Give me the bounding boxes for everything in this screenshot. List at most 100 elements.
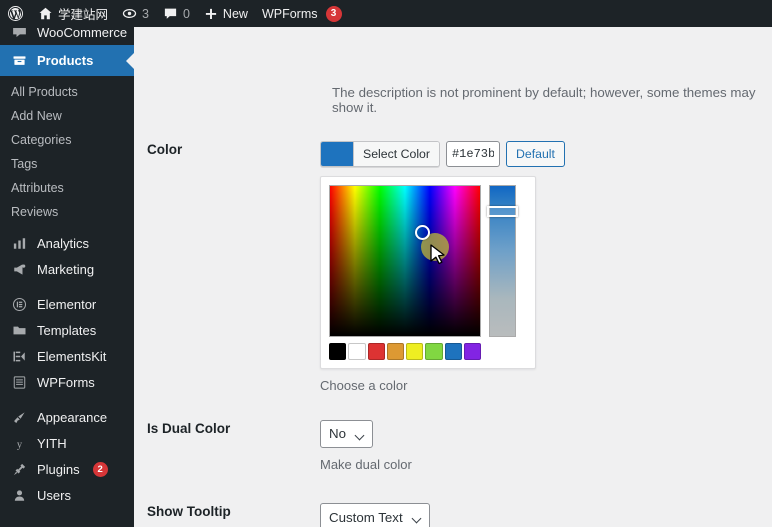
home-icon: [38, 6, 53, 21]
sidebar-item-templates[interactable]: Templates: [0, 317, 134, 343]
main-content: The description is not prominent by defa…: [134, 27, 772, 527]
elementskit-icon: [9, 349, 29, 364]
sidebar-item-label: Users: [37, 488, 71, 503]
form-row-is-dual-color: Is Dual Color No Make dual color: [134, 420, 772, 475]
sidebar-item-plugins[interactable]: Plugins 2: [0, 456, 134, 482]
sidebar-item-label: WPForms: [37, 375, 95, 390]
sidebar-subitem-categories[interactable]: Categories: [0, 128, 134, 152]
updates-icon: [122, 6, 137, 21]
new-label: New: [223, 7, 248, 21]
svg-text:y: y: [16, 439, 22, 450]
palette-swatch-yellow[interactable]: [406, 343, 423, 360]
iris-color-picker-panel: [320, 176, 536, 369]
show-tooltip-select[interactable]: Custom Text: [320, 503, 430, 527]
sidebar-item-wpforms[interactable]: WPForms: [0, 369, 134, 395]
new-content-menu[interactable]: New: [197, 0, 255, 27]
choose-a-color-hint: Choose a color: [320, 376, 772, 396]
default-color-button[interactable]: Default: [506, 141, 565, 167]
plugins-update-badge: 2: [93, 462, 108, 477]
sidebar-item-label: Appearance: [37, 410, 107, 425]
dual-color-selected-value: No: [329, 426, 346, 441]
admin-bar: 学建站网 3 0 New: [0, 0, 772, 27]
sidebar-item-label: Products: [37, 53, 93, 68]
sidebar-divider: [0, 282, 134, 291]
palette-swatch-blue[interactable]: [445, 343, 462, 360]
sidebar-subitem-reviews[interactable]: Reviews: [0, 200, 134, 224]
select-color-label: Select Color: [353, 142, 439, 166]
sidebar-item-users[interactable]: Users: [0, 482, 134, 508]
iris-hue-strip[interactable]: [489, 185, 516, 337]
sidebar-item-label: Marketing: [37, 262, 94, 277]
updates-menu[interactable]: 3: [115, 0, 156, 27]
dual-color-row-field: No Make dual color: [320, 420, 772, 475]
users-icon: [9, 488, 29, 503]
sidebar-subitem-attributes[interactable]: Attributes: [0, 176, 134, 200]
elementor-icon: [9, 297, 29, 312]
form-row-color: Color Select Color Default: [134, 141, 772, 396]
sidebar-item-marketing[interactable]: Marketing: [0, 256, 134, 282]
palette-swatch-red[interactable]: [368, 343, 385, 360]
sidebar-item-label: ElementsKit: [37, 349, 106, 364]
iris-palette: [329, 343, 481, 360]
site-name-menu[interactable]: 学建站网: [31, 0, 115, 27]
analytics-icon: [9, 236, 29, 251]
site-name-label: 学建站网: [58, 4, 108, 23]
dual-color-select[interactable]: No: [320, 420, 373, 448]
comments-count: 0: [183, 7, 190, 21]
products-icon: [9, 53, 29, 68]
plugins-plug-icon: [9, 462, 29, 477]
iris-square-wrapper: [329, 185, 481, 360]
palette-swatch-purple[interactable]: [464, 343, 481, 360]
comments-menu[interactable]: 0: [156, 0, 197, 27]
palette-swatch-green[interactable]: [425, 343, 442, 360]
plus-icon: [204, 7, 218, 21]
dual-color-row-label: Is Dual Color: [134, 420, 320, 439]
sidebar-item-label: Plugins: [37, 462, 80, 477]
sidebar-item-products[interactable]: Products: [0, 45, 134, 76]
sidebar-item-label: YITH: [37, 436, 67, 451]
wp-logo-menu[interactable]: [0, 0, 31, 27]
sidebar-subitem-add-new[interactable]: Add New: [0, 104, 134, 128]
sidebar-item-elementor[interactable]: Elementor: [0, 291, 134, 317]
select-color-button[interactable]: Select Color: [320, 141, 440, 167]
sidebar-item-label: Elementor: [37, 297, 96, 312]
palette-swatch-white[interactable]: [348, 343, 365, 360]
mouse-cursor-icon: [430, 244, 447, 268]
admin-sidebar: WooCommerce Products All Products Add Ne…: [0, 27, 134, 527]
sidebar-item-label: Templates: [37, 323, 96, 338]
sidebar-divider: [0, 395, 134, 404]
wpforms-menu[interactable]: WPForms 3: [255, 0, 349, 27]
woocommerce-icon: [9, 27, 29, 40]
sidebar-item-analytics[interactable]: Analytics: [0, 230, 134, 256]
palette-swatch-black[interactable]: [329, 343, 346, 360]
tooltip-selected-value: Custom Text: [329, 510, 403, 525]
form-row-show-tooltip: Show Tooltip Custom Text Individually sh…: [134, 503, 772, 527]
iris-picker-handle[interactable]: [415, 225, 430, 240]
color-hex-input[interactable]: [446, 141, 500, 167]
sidebar-item-yith[interactable]: y YITH: [0, 430, 134, 456]
tooltip-row-field: Custom Text Individually show or hide to…: [320, 503, 772, 527]
color-row-field: Select Color Default: [320, 141, 772, 396]
sidebar-subitem-tags[interactable]: Tags: [0, 152, 134, 176]
color-row-label: Color: [134, 141, 320, 160]
wordpress-logo-icon: [7, 5, 24, 22]
iris-hue-handle[interactable]: [487, 206, 518, 217]
wpforms-icon: [9, 375, 29, 390]
palette-swatch-orange[interactable]: [387, 343, 404, 360]
products-submenu: All Products Add New Categories Tags Att…: [0, 76, 134, 230]
marketing-megaphone-icon: [9, 262, 29, 277]
iris-saturation-square[interactable]: [329, 185, 481, 337]
sidebar-item-elementskit[interactable]: ElementsKit: [0, 343, 134, 369]
wordpress-admin-screen: 学建站网 3 0 New: [0, 0, 772, 527]
updates-count: 3: [142, 7, 149, 21]
term-description-hint: The description is not prominent by defa…: [134, 27, 772, 115]
sidebar-item-label: Analytics: [37, 236, 89, 251]
wpforms-label: WPForms: [262, 7, 318, 21]
sidebar-item-appearance[interactable]: Appearance: [0, 404, 134, 430]
sidebar-item-woocommerce[interactable]: WooCommerce: [0, 27, 134, 45]
comment-bubble-icon: [163, 6, 178, 21]
dual-color-description: Make dual color: [320, 455, 772, 475]
paintbrush-icon: [9, 410, 29, 425]
color-picker-controls: Select Color Default: [320, 141, 772, 167]
sidebar-subitem-all-products[interactable]: All Products: [0, 80, 134, 104]
